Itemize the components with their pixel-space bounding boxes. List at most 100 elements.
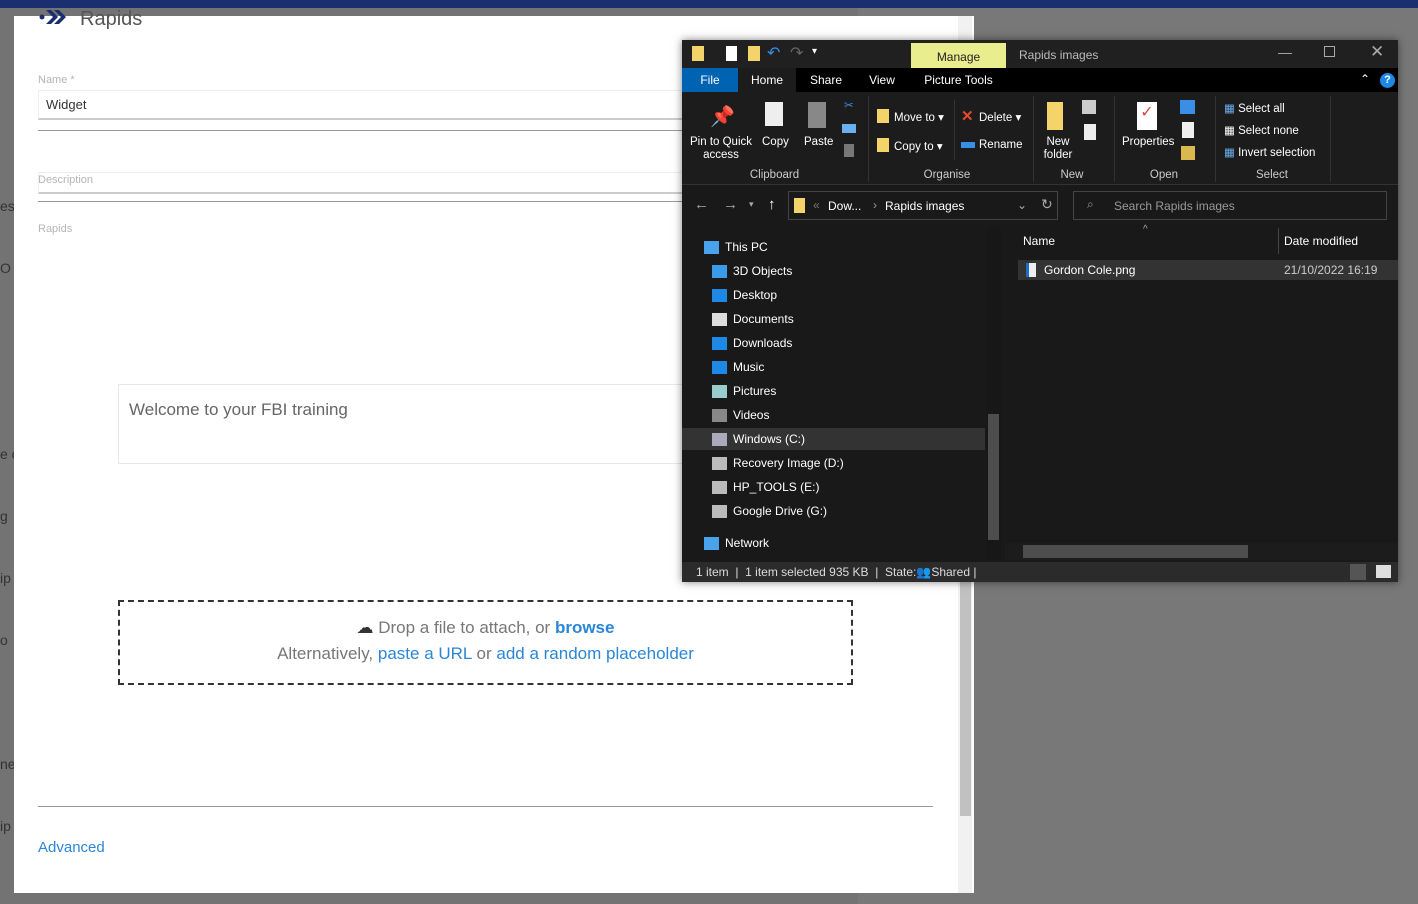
open-icon[interactable] [1180, 100, 1195, 114]
select-none-button[interactable]: ▦ Select none [1224, 123, 1299, 137]
nav-item[interactable]: HP_TOOLS (E:) [712, 476, 819, 498]
search-input[interactable]: Search Rapids images [1073, 191, 1387, 220]
pin-icon: 📌 [710, 106, 735, 128]
nav-item[interactable]: Google Drive (G:) [712, 500, 827, 522]
background-text: es [0, 198, 15, 214]
minimize-button[interactable]: — [1278, 44, 1292, 60]
column-name[interactable]: Name [1023, 234, 1055, 248]
copy-to-icon [877, 138, 889, 152]
background-text: ip [0, 570, 11, 586]
nav-item-label: Music [733, 360, 765, 374]
background-text: o [0, 632, 8, 648]
paste-shortcut-icon[interactable] [844, 144, 854, 157]
file-drop-zone[interactable]: ☁ Drop a file to attach, or browse Alter… [118, 600, 853, 685]
edit-icon[interactable] [1182, 122, 1194, 138]
invert-selection-button[interactable]: ▦ Invert selection [1224, 145, 1315, 159]
properties-qa-icon[interactable] [726, 46, 737, 61]
tab-view[interactable]: View [856, 68, 908, 92]
ribbon: 📌 Pin to Quick access Copy Paste ✂ Move … [682, 92, 1398, 185]
scrollbar-thumb[interactable] [988, 414, 999, 540]
move-to-button[interactable]: Move to ▾ [894, 110, 944, 124]
nav-item[interactable]: Downloads [712, 332, 792, 354]
pin-to-quick-access-button[interactable]: Pin to Quick access [688, 136, 754, 162]
scrollbar-thumb[interactable] [1023, 545, 1248, 558]
collapse-ribbon-icon[interactable]: ⌃ [1360, 72, 1370, 86]
new-folder-button[interactable]: New folder [1040, 136, 1076, 162]
paste-button[interactable]: Paste [804, 136, 833, 148]
new-folder-qa-icon[interactable] [748, 46, 760, 61]
address-bar[interactable]: « Dow... › Rapids images ⌄ ↻ [788, 191, 1058, 220]
paste-url-link[interactable]: paste a URL [378, 644, 472, 663]
copy-path-icon[interactable] [842, 124, 856, 133]
cut-icon[interactable]: ✂ [844, 98, 854, 112]
image-file-icon [1026, 263, 1036, 277]
nav-item[interactable]: This PC [704, 236, 768, 258]
cloud-upload-icon: ☁ [356, 618, 374, 637]
rapid-card[interactable]: Welcome to your FBI training [118, 384, 718, 464]
alt-text: Alternatively, [277, 644, 374, 663]
nav-item[interactable]: Videos [712, 404, 769, 426]
up-button[interactable]: ↑ [768, 196, 776, 213]
nav-item[interactable]: Pictures [712, 380, 776, 402]
close-button[interactable]: ✕ [1370, 42, 1384, 62]
rename-button[interactable]: Rename [979, 139, 1022, 151]
breadcrumb-rapids-images[interactable]: Rapids images [885, 199, 964, 213]
nav-item[interactable]: Network [704, 532, 769, 554]
nav-item[interactable]: Recovery Image (D:) [712, 452, 844, 474]
help-icon[interactable]: ? [1380, 73, 1395, 88]
file-list: Name ^ Date modified Gordon Cole.png 21/… [1005, 224, 1398, 560]
file-name: Gordon Cole.png [1044, 263, 1136, 277]
browse-link[interactable]: browse [555, 618, 615, 637]
nav-item-label: HP_TOOLS (E:) [733, 480, 820, 494]
tab-file[interactable]: File [682, 68, 738, 92]
nav-item[interactable]: 3D Objects [712, 260, 792, 282]
nav-item[interactable]: Documents [712, 308, 794, 330]
new-item-icon[interactable] [1082, 100, 1096, 114]
address-dropdown-icon[interactable]: ⌄ [1017, 198, 1027, 212]
recent-locations-button[interactable]: ▾ [749, 199, 754, 210]
customize-qa-icon[interactable]: ▾ [812, 46, 817, 57]
history-icon[interactable] [1181, 146, 1195, 160]
background-text: ip [0, 818, 11, 834]
select-all-label: Select all [1238, 103, 1285, 115]
name-label: Name * [38, 74, 75, 86]
tab-home[interactable]: Home [738, 68, 796, 92]
back-button[interactable]: ← [694, 196, 709, 213]
rapids-logo-icon [39, 10, 66, 24]
nav-item[interactable]: Windows (C:) [682, 428, 985, 450]
select-none-label: Select none [1238, 125, 1299, 137]
tab-picture-tools[interactable]: Picture Tools [911, 68, 1006, 92]
documents-icon [712, 312, 727, 326]
nav-item[interactable]: Desktop [712, 284, 777, 306]
file-row[interactable]: Gordon Cole.png 21/10/2022 16:19 [1018, 260, 1398, 280]
invert-selection-icon: ▦ [1224, 147, 1235, 159]
copy-button[interactable]: Copy [762, 136, 789, 148]
properties-button[interactable]: Properties [1122, 136, 1174, 148]
nav-scrollbar[interactable] [986, 228, 1001, 560]
title-bar: ↶ ↷ ▾ Manage Rapids images — ✕ [682, 40, 1398, 71]
random-placeholder-link[interactable]: add a random placeholder [496, 644, 694, 663]
column-date-modified[interactable]: Date modified [1284, 234, 1358, 248]
navigation-pane: This PC 3D Objects Desktop Documents Downloa… [682, 228, 1000, 560]
nav-item[interactable]: Music [712, 356, 764, 378]
undo-icon[interactable]: ↶ [767, 43, 780, 63]
breadcrumb-downloads[interactable]: Dow... [828, 199, 861, 213]
background-text: O [0, 260, 11, 276]
large-icons-view-button[interactable] [1376, 565, 1391, 578]
forward-button[interactable]: → [723, 196, 738, 213]
horizontal-scrollbar[interactable] [1005, 543, 1398, 560]
select-all-button[interactable]: ▦ Select all [1224, 101, 1285, 115]
nav-item-label: Network [725, 536, 770, 550]
copy-to-button[interactable]: Copy to ▾ [894, 139, 943, 153]
manage-tab[interactable]: Manage [911, 43, 1006, 71]
tab-share[interactable]: Share [796, 68, 856, 92]
redo-icon[interactable]: ↷ [790, 43, 803, 63]
details-view-button[interactable] [1350, 564, 1366, 580]
maximize-button[interactable] [1324, 46, 1335, 57]
easy-access-icon[interactable] [1084, 124, 1096, 140]
rename-icon [961, 142, 975, 148]
refresh-button[interactable]: ↻ [1041, 196, 1053, 213]
advanced-link[interactable]: Advanced [38, 839, 105, 856]
nav-item-label: Desktop [733, 288, 778, 302]
delete-button[interactable]: Delete ▾ [979, 110, 1021, 124]
